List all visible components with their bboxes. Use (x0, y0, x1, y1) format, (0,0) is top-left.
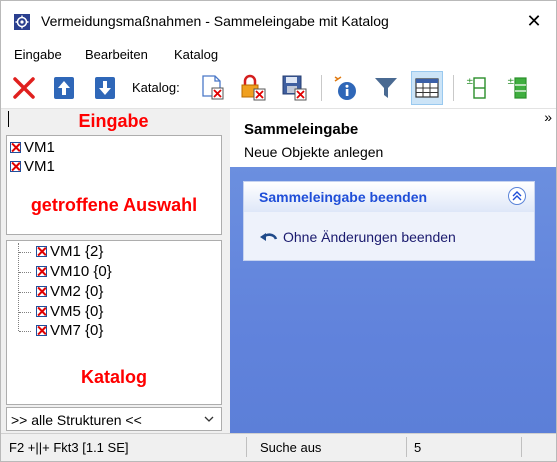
catalog-remove-button[interactable] (197, 71, 229, 105)
checkbox-x-icon (36, 246, 47, 257)
catalog-lock-remove-button[interactable] (238, 71, 270, 105)
close-button[interactable]: ✕ (512, 1, 556, 41)
status-keys: F2 +||+ Fkt3 [1.1 SE] (9, 440, 129, 455)
title-bar: Vermeidungsmaßnahmen - Sammeleingabe mit… (1, 1, 556, 41)
tree-item[interactable]: VM2 {0} (36, 283, 103, 300)
tree-connector (19, 292, 31, 293)
status-separator (521, 437, 522, 457)
checkbox-x-icon (10, 142, 21, 153)
toolbar: Katalog: ± ± (1, 67, 556, 109)
table-view-button[interactable] (411, 71, 443, 105)
left-pane: Eingabe VM1 VM1 getroffene Auswahl VM1 {… (1, 109, 226, 433)
menu-eingabe[interactable]: Eingabe (14, 47, 62, 62)
undo-arrow-icon (260, 233, 278, 241)
checkbox-x-icon (36, 306, 47, 317)
collapse-pane-icon[interactable]: » (544, 109, 552, 125)
add-rows-icon: ± (466, 77, 486, 99)
add-rows-button[interactable]: ± (461, 71, 493, 105)
structure-select-value: >> alle Strukturen << (11, 412, 142, 428)
delete-icon (13, 77, 35, 99)
status-separator (246, 437, 247, 457)
structure-select[interactable]: >> alle Strukturen << (6, 407, 222, 431)
pane-subtitle: Neue Objekte anlegen (244, 144, 384, 160)
tree-connector (19, 272, 31, 273)
catalog-save-remove-button[interactable] (279, 71, 311, 105)
move-up-icon (54, 77, 74, 99)
tree-connector (19, 312, 31, 313)
filter-icon (375, 78, 397, 98)
list-item[interactable]: VM1 (10, 158, 55, 175)
task-group: Sammeleingabe beenden Ohne Änderungen be… (243, 181, 535, 261)
tree-connector (18, 243, 19, 331)
task-group-header[interactable]: Sammeleingabe beenden (244, 182, 534, 212)
checkbox-x-icon (10, 161, 21, 172)
catalog-lock-remove-icon (241, 74, 266, 101)
catalog-save-remove-icon (282, 75, 307, 101)
move-up-button[interactable] (48, 71, 80, 105)
filter-button[interactable] (370, 71, 402, 105)
tree-item[interactable]: VM7 {0} (36, 322, 103, 339)
tree-item[interactable]: VM10 {0} (36, 263, 112, 280)
svg-text:±: ± (507, 77, 515, 87)
tree-item[interactable]: VM5 {0} (36, 303, 103, 320)
menu-bar: Eingabe Bearbeiten Katalog (1, 41, 556, 67)
cancel-without-changes-link[interactable]: Ohne Änderungen beenden (259, 229, 456, 245)
tree-connector (19, 331, 31, 332)
move-down-icon (95, 77, 115, 99)
collapse-group-button[interactable] (508, 187, 526, 205)
window-title: Vermeidungsmaßnahmen - Sammeleingabe mit… (41, 13, 389, 29)
delete-button[interactable] (8, 71, 40, 105)
catalog-label: Katalog (80, 367, 147, 387)
status-count: 5 (414, 440, 422, 455)
application-window: Vermeidungsmaßnahmen - Sammeleingabe mit… (0, 0, 557, 462)
menu-katalog[interactable]: Katalog (174, 47, 218, 62)
pane-title: Sammeleingabe (244, 121, 359, 138)
eingabe-heading: Eingabe (78, 111, 149, 131)
task-area: Sammeleingabe beenden Ohne Änderungen be… (230, 167, 556, 433)
close-icon: ✕ (526, 11, 542, 31)
task-pane: » Sammeleingabe Neue Objekte anlegen Sam… (230, 109, 556, 433)
table-view-icon (415, 78, 439, 98)
status-bar: F2 +||+ Fkt3 [1.1 SE] Suche aus 5 (1, 433, 556, 461)
task-group-title: Sammeleingabe beenden (259, 189, 428, 205)
add-column-icon: ± (507, 77, 527, 99)
add-column-button[interactable]: ± (502, 71, 534, 105)
chevron-up-icon (512, 191, 522, 201)
checkbox-x-icon (36, 266, 47, 277)
toolbar-separator (453, 75, 454, 101)
input-list[interactable]: VM1 VM1 getroffene Auswahl (6, 135, 222, 235)
status-separator (406, 437, 407, 457)
info-icon (334, 76, 356, 100)
svg-text:±: ± (466, 77, 474, 87)
tree-item[interactable]: VM1 {2} (36, 243, 103, 260)
menu-bearbeiten[interactable]: Bearbeiten (85, 47, 148, 62)
checkbox-x-icon (36, 325, 47, 336)
list-item[interactable]: VM1 (10, 139, 55, 156)
checkbox-x-icon (36, 286, 47, 297)
tree-connector (19, 252, 31, 253)
chevron-down-icon (203, 411, 215, 430)
catalog-tree[interactable]: VM1 {2} VM10 {0} VM2 {0} VM5 {0} VM7 {0}… (6, 240, 222, 405)
app-icon (14, 14, 30, 30)
move-down-button[interactable] (89, 71, 121, 105)
catalog-remove-icon (202, 75, 224, 100)
selection-label: getroffene Auswahl (30, 195, 198, 215)
toolbar-separator (321, 75, 322, 101)
info-button[interactable] (329, 71, 361, 105)
katalog-label: Katalog: (132, 80, 180, 95)
status-search: Suche aus (260, 440, 322, 455)
